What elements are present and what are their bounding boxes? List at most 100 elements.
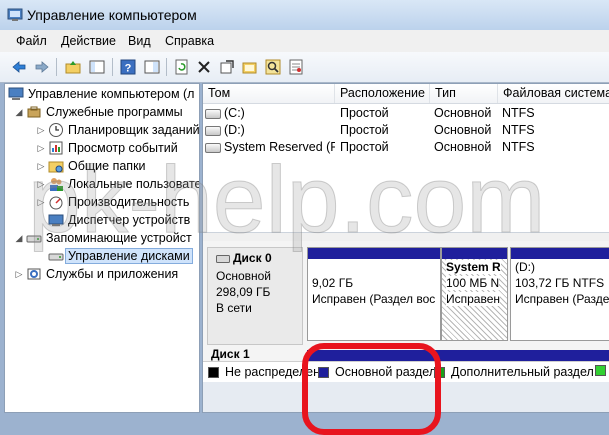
services-icon <box>27 268 41 280</box>
volume-filesystem: NTFS <box>502 140 535 154</box>
volume-list-header: Том Расположение Тип Файловая система <box>203 84 609 104</box>
menu-bar: Файл Действие Вид Справка <box>0 30 609 53</box>
menu-help[interactable]: Справка <box>165 34 214 48</box>
volume-type: Основной <box>434 106 492 120</box>
toolbar-separator <box>166 58 167 76</box>
tree-item-root[interactable]: Управление компьютером (л <box>8 85 194 103</box>
partition-size: 100 МБ N <box>446 276 500 290</box>
tree-item-task-scheduler[interactable]: ▷ Планировщик заданий <box>36 121 200 139</box>
column-header-filesystem[interactable]: Файловая система <box>498 84 609 103</box>
volume-type: Основной <box>434 140 492 154</box>
disk-management-pane: Том Расположение Тип Файловая система (C… <box>202 83 609 413</box>
volume-type: Основной <box>434 123 492 137</box>
expand-arrow-icon[interactable]: ▷ <box>36 179 46 190</box>
expand-arrow-icon[interactable]: ▷ <box>14 269 24 280</box>
tree-item-storage[interactable]: ◢ Запоминающие устройст <box>14 229 192 247</box>
properties-pane-icon[interactable] <box>142 57 161 76</box>
clock-icon <box>49 123 63 137</box>
disk-0-info[interactable]: Диск 0 Основной 298,09 ГБ В сети <box>207 247 303 345</box>
volume-row[interactable]: (C:) Простой Основной NTFS <box>203 105 609 122</box>
legend-swatch <box>595 365 606 376</box>
column-header-layout[interactable]: Расположение <box>335 84 430 103</box>
delete-icon[interactable] <box>194 57 213 76</box>
tree-item-device-manager[interactable]: Диспетчер устройств <box>48 211 190 229</box>
users-icon <box>50 178 63 191</box>
window-title: Управление компьютером <box>27 7 197 23</box>
tree-item-utilities[interactable]: ◢ Служебные программы <box>14 103 183 121</box>
expand-arrow-icon[interactable]: ▷ <box>36 197 46 208</box>
tree-item-performance[interactable]: ▷ Производительность <box>36 193 189 211</box>
partition-recovery[interactable]: 9,02 ГБ Исправен (Раздел вос <box>307 247 441 341</box>
forward-icon[interactable] <box>32 57 51 76</box>
help-icon[interactable]: ? <box>118 57 137 76</box>
properties-icon[interactable] <box>217 57 236 76</box>
expand-arrow-icon[interactable]: ▷ <box>36 125 46 136</box>
volume-filesystem: NTFS <box>502 123 535 137</box>
tree-item-label: Запоминающие устройст <box>46 231 192 245</box>
storage-icon <box>26 235 42 243</box>
legend-swatch <box>208 366 219 378</box>
legend-label: Основной раздел <box>335 365 437 379</box>
tree-item-label: Диспетчер устройств <box>68 213 191 227</box>
refresh-icon[interactable] <box>172 57 191 76</box>
tree-item-label: Планировщик заданий <box>68 123 200 137</box>
tree-item-disk-management[interactable]: Управление дисками <box>48 247 193 265</box>
tools-icon <box>27 106 41 118</box>
legend-label: Дополнительный раздел <box>451 365 594 379</box>
legend-swatch <box>434 366 445 378</box>
primary-partition-band <box>308 248 440 259</box>
device-manager-icon <box>48 214 64 226</box>
collapse-arrow-icon[interactable]: ◢ <box>14 233 24 244</box>
partition-d[interactable]: (D:) 103,72 ГБ NTFS Исправен (Раздел <box>510 247 609 341</box>
tree-item-label: Службы и приложения <box>46 267 179 281</box>
tree-item-services[interactable]: ▷ Службы и приложения <box>14 265 179 283</box>
tree-item-label: Производительность <box>68 195 190 209</box>
volume-name: (D:) <box>224 123 245 137</box>
title-bar: Управление компьютером <box>0 0 609 30</box>
column-header-volume[interactable]: Том <box>203 84 335 103</box>
back-icon[interactable] <box>9 57 28 76</box>
toolbar: ? <box>0 52 609 83</box>
drive-icon <box>205 125 221 136</box>
legend-unallocated: Не распределен <box>208 365 320 379</box>
column-header-type[interactable]: Тип <box>430 84 498 103</box>
svg-text:?: ? <box>124 62 131 74</box>
up-folder-icon[interactable] <box>63 57 82 76</box>
tree-item-event-viewer[interactable]: ▷ Просмотр событий <box>36 139 178 157</box>
menu-action[interactable]: Действие <box>61 34 116 48</box>
tree-item-label: Общие папки <box>68 159 146 173</box>
tree-item-local-users[interactable]: ▷ Локальные пользовате <box>36 175 199 193</box>
volume-layout: Простой <box>340 140 389 154</box>
wizard-icon[interactable] <box>286 57 305 76</box>
tree-item-shared-folders[interactable]: ▷ Общие папки <box>36 157 146 175</box>
computer-icon <box>8 87 24 100</box>
disk-0-size: 298,09 ГБ <box>216 285 271 299</box>
event-viewer-icon <box>49 141 63 155</box>
partition-status: Исправен (Раздел вос <box>312 292 436 306</box>
shared-folder-icon <box>48 161 64 173</box>
partition-system-reserved[interactable]: System R 100 МБ N Исправен <box>441 247 508 341</box>
disk-1-name: Диск 1 <box>211 347 250 361</box>
primary-partition-band <box>442 248 507 259</box>
volume-row[interactable]: System Reserved (F:) Простой Основной NT… <box>203 139 609 156</box>
disk-0-status: В сети <box>216 301 252 315</box>
expand-arrow-icon[interactable]: ▷ <box>36 161 46 172</box>
legend-swatch <box>318 366 329 378</box>
menu-file[interactable]: Файл <box>16 34 47 48</box>
drive-icon <box>205 108 221 119</box>
toolbar-separator <box>112 58 113 76</box>
legend: Не распределен Основной раздел Дополните… <box>203 361 609 382</box>
expand-arrow-icon[interactable]: ▷ <box>36 143 46 154</box>
disk-0-name: Диск 0 <box>233 251 272 265</box>
search-icon[interactable] <box>263 57 282 76</box>
legend-free <box>595 365 609 376</box>
open-icon[interactable] <box>240 57 259 76</box>
volume-row[interactable]: (D:) Простой Основной NTFS <box>203 122 609 139</box>
disk-map: Диск 0 Основной 298,09 ГБ В сети 9,02 ГБ… <box>203 241 609 361</box>
show-hide-tree-icon[interactable] <box>87 57 106 76</box>
volume-filesystem: NTFS <box>502 106 535 120</box>
volume-name: (C:) <box>224 106 245 120</box>
collapse-arrow-icon[interactable]: ◢ <box>14 107 24 118</box>
menu-view[interactable]: Вид <box>128 34 151 48</box>
disk-0-type: Основной <box>216 269 272 283</box>
